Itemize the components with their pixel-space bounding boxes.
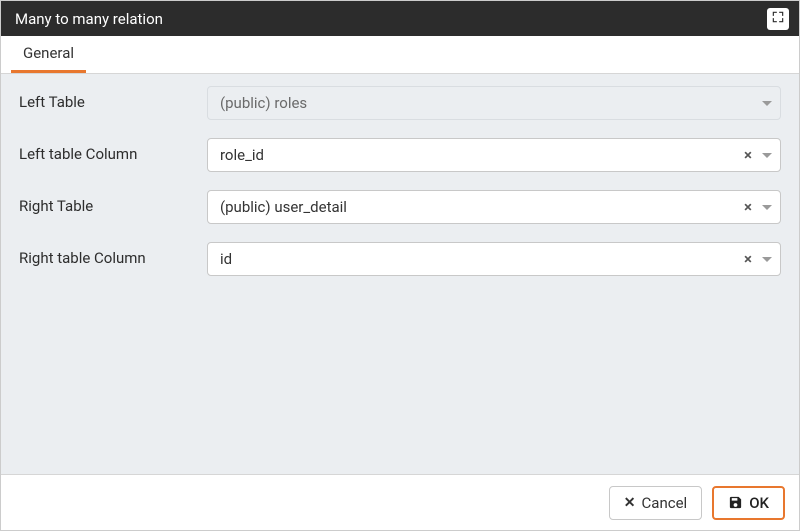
row-left-table: Left Table (public) roles: [19, 86, 781, 120]
clear-icon[interactable]: ×: [738, 252, 758, 267]
row-right-table: Right Table (public) user_detail ×: [19, 190, 781, 224]
select-left-table-column[interactable]: role_id ×: [207, 138, 781, 172]
ok-button[interactable]: OK: [712, 486, 785, 520]
many-to-many-dialog: Many to many relation General Left Table…: [0, 0, 800, 531]
clear-icon[interactable]: ×: [738, 200, 758, 215]
select-value: (public) roles: [220, 94, 758, 112]
tab-general[interactable]: General: [11, 35, 86, 73]
chevron-down-icon: [762, 101, 772, 106]
form-area: Left Table (public) roles Left table Col…: [1, 74, 799, 474]
button-label: OK: [749, 494, 769, 512]
select-value: role_id: [220, 146, 738, 164]
cancel-button[interactable]: ✕ Cancel: [609, 486, 702, 520]
row-right-table-column: Right table Column id ×: [19, 242, 781, 276]
chevron-down-icon: [762, 153, 772, 158]
tab-strip: General: [1, 36, 799, 74]
row-left-table-column: Left table Column role_id ×: [19, 138, 781, 172]
button-label: Cancel: [642, 494, 688, 512]
dialog-title: Many to many relation: [15, 10, 767, 28]
expand-icon: [771, 10, 785, 28]
save-icon: [728, 495, 743, 510]
dialog-footer: ✕ Cancel OK: [1, 474, 799, 530]
chevron-down-icon: [762, 257, 772, 262]
select-right-table-column[interactable]: id ×: [207, 242, 781, 276]
label-right-table-column: Right table Column: [19, 242, 207, 267]
tab-label: General: [23, 44, 74, 62]
close-icon: ✕: [624, 495, 636, 511]
label-left-table: Left Table: [19, 86, 207, 111]
label-left-table-column: Left table Column: [19, 138, 207, 163]
select-left-table[interactable]: (public) roles: [207, 86, 781, 120]
select-value: id: [220, 250, 738, 268]
expand-button[interactable]: [767, 8, 789, 30]
clear-icon[interactable]: ×: [738, 148, 758, 163]
label-right-table: Right Table: [19, 190, 207, 215]
select-value: (public) user_detail: [220, 198, 738, 216]
select-right-table[interactable]: (public) user_detail ×: [207, 190, 781, 224]
chevron-down-icon: [762, 205, 772, 210]
dialog-titlebar: Many to many relation: [1, 1, 799, 36]
